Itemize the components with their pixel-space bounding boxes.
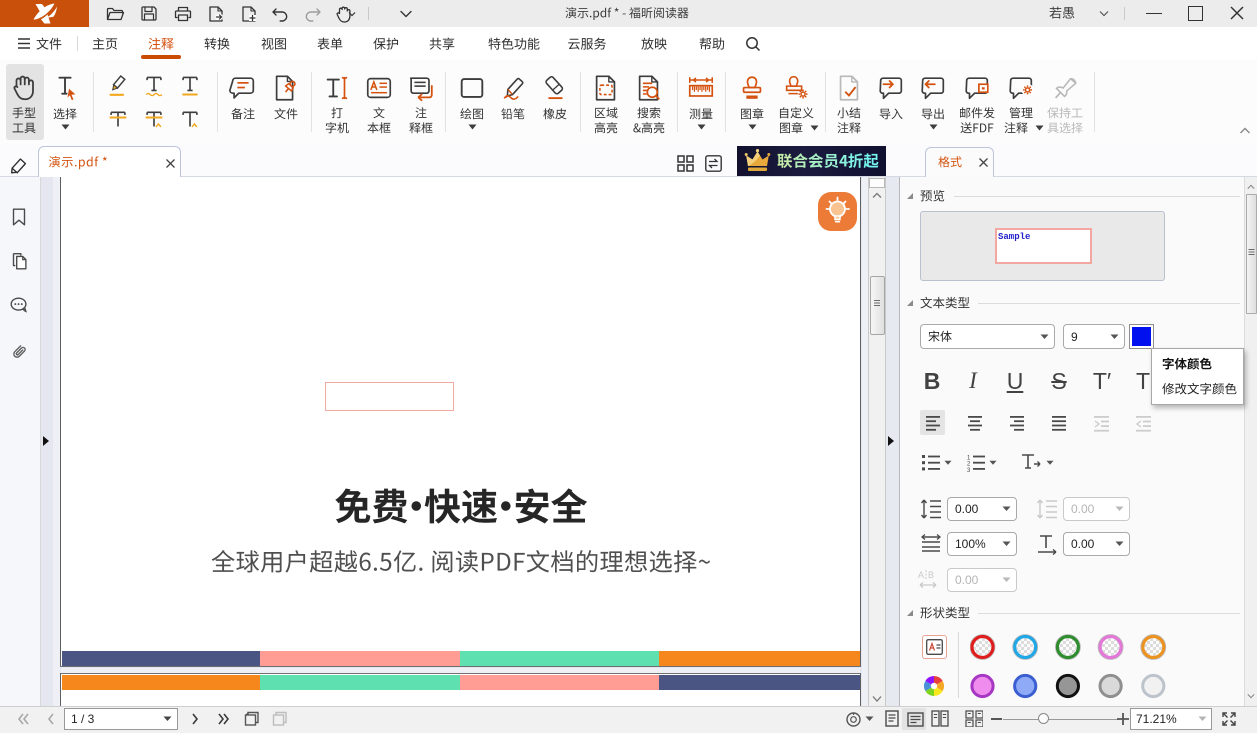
svg-text:1: 1: [967, 456, 971, 462]
svg-text:3: 3: [967, 468, 971, 474]
svg-text:A: A: [918, 570, 924, 580]
svg-text:2: 2: [967, 462, 971, 468]
svg-text:B: B: [928, 570, 934, 580]
